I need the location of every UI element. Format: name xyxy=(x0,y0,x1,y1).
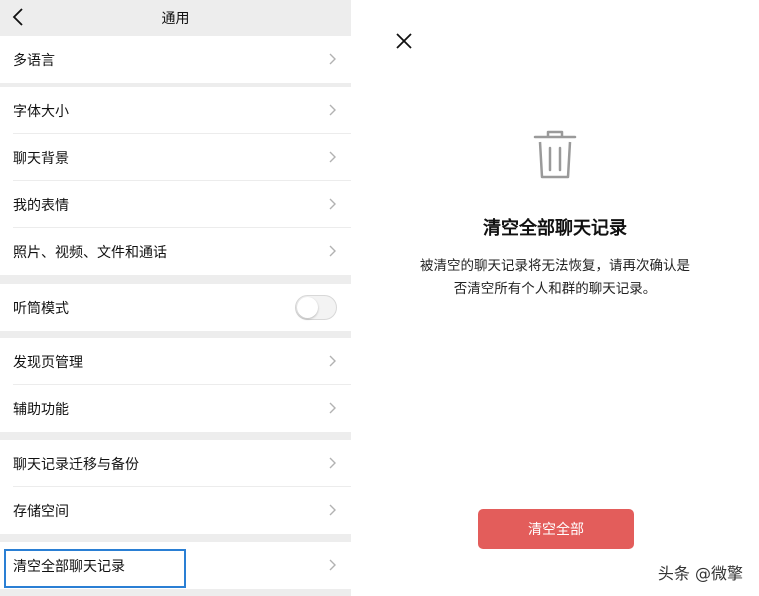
chevron-right-icon xyxy=(329,198,336,210)
settings-item-label: 存储空间 xyxy=(13,504,69,520)
group-storage: 聊天记录迁移与备份 存储空间 xyxy=(0,440,351,534)
toggle-knob xyxy=(297,297,318,318)
dialog-title: 清空全部聊天记录 xyxy=(483,218,627,239)
settings-item-chat-backup[interactable]: 聊天记录迁移与备份 xyxy=(0,440,351,487)
settings-item-storage[interactable]: 存储空间 xyxy=(0,487,351,534)
group-clear: 清空全部聊天记录 xyxy=(0,542,351,589)
page-title: 通用 xyxy=(161,11,190,27)
settings-item-label: 我的表情 xyxy=(13,198,69,214)
settings-item-clear-all-chats[interactable]: 清空全部聊天记录 xyxy=(0,542,351,589)
settings-item-discover-management[interactable]: 发现页管理 xyxy=(0,338,351,385)
group-display: 字体大小 聊天背景 我的表情 照片、视频、文件和通话 xyxy=(0,87,351,275)
clear-all-button[interactable]: 清空全部 xyxy=(478,509,634,549)
dialog-description-line: 被清空的聊天记录将无法恢复，请再次确认是 xyxy=(420,258,690,274)
watermark: 头条 @微擎 xyxy=(657,564,743,583)
settings-item-label: 聊天背景 xyxy=(13,151,69,167)
settings-item-earpiece-mode: 听筒模式 xyxy=(0,284,351,331)
settings-item-label: 清空全部聊天记录 xyxy=(13,559,125,575)
trash-icon xyxy=(533,130,577,179)
clear-chats-dialog: 清空全部聊天记录 被清空的聊天记录将无法恢复，请再次确认是 否清空所有个人和群的… xyxy=(351,0,759,596)
chevron-right-icon xyxy=(329,402,336,414)
earpiece-mode-toggle[interactable] xyxy=(295,295,337,320)
chevron-right-icon xyxy=(329,504,336,516)
nav-bar: 通用 xyxy=(0,0,351,36)
settings-item-label: 照片、视频、文件和通话 xyxy=(13,245,167,261)
group-discover: 发现页管理 辅助功能 xyxy=(0,338,351,432)
settings-item-label: 发现页管理 xyxy=(13,355,83,371)
group-language: 多语言 xyxy=(0,36,351,83)
chevron-right-icon xyxy=(329,151,336,163)
close-icon[interactable] xyxy=(395,32,413,50)
settings-item-accessibility[interactable]: 辅助功能 xyxy=(0,385,351,432)
chevron-right-icon xyxy=(329,559,336,571)
settings-item-label: 听筒模式 xyxy=(13,301,69,317)
settings-panel: 通用 多语言 字体大小 聊天背景 我的表情 照片、视频、文件和通话 听筒模式 发… xyxy=(0,0,351,596)
chevron-right-icon xyxy=(329,245,336,257)
dialog-description: 被清空的聊天记录将无法恢复，请再次确认是 否清空所有个人和群的聊天记录。 xyxy=(405,255,705,301)
settings-item-label: 辅助功能 xyxy=(13,402,69,418)
chevron-right-icon xyxy=(329,53,336,65)
settings-item-chat-background[interactable]: 聊天背景 xyxy=(0,134,351,181)
settings-item-media-files-calls[interactable]: 照片、视频、文件和通话 xyxy=(0,228,351,275)
settings-item-font-size[interactable]: 字体大小 xyxy=(0,87,351,134)
settings-item-label: 多语言 xyxy=(13,53,55,69)
settings-item-my-stickers[interactable]: 我的表情 xyxy=(0,181,351,228)
chevron-right-icon xyxy=(329,457,336,469)
settings-item-language[interactable]: 多语言 xyxy=(0,36,351,83)
group-earpiece: 听筒模式 xyxy=(0,284,351,331)
chevron-right-icon xyxy=(329,355,336,367)
chevron-right-icon xyxy=(329,104,336,116)
settings-item-label: 聊天记录迁移与备份 xyxy=(13,457,139,473)
settings-item-label: 字体大小 xyxy=(13,104,69,120)
dialog-description-line: 否清空所有个人和群的聊天记录。 xyxy=(453,281,657,297)
